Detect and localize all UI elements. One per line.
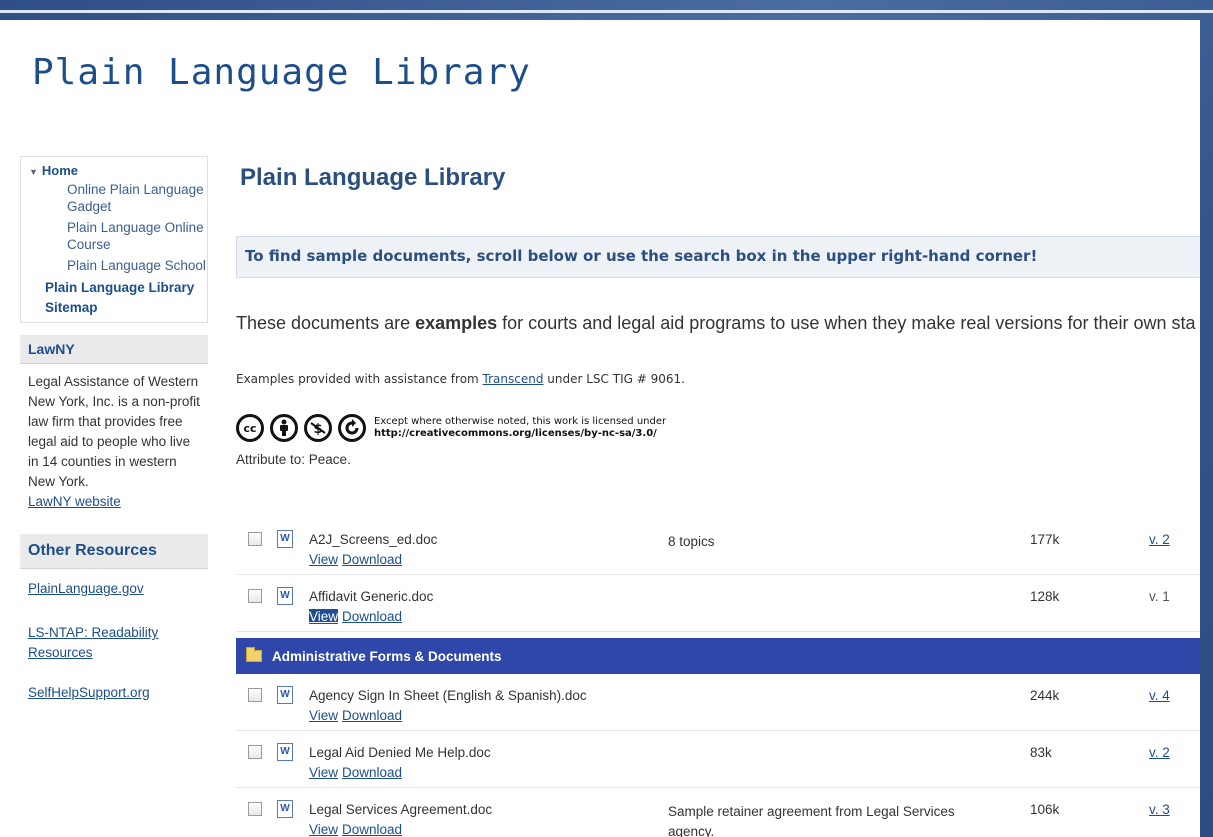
license-row: cc $ Except where otherwise noted, this … [236, 414, 666, 442]
document-list: W A2J_Screens_ed.doc View Download 8 topi… [236, 518, 1200, 837]
doc-version-link[interactable]: v. 2 [1149, 532, 1170, 547]
credit-before: Examples provided with assistance from [236, 372, 483, 386]
doc-size: 244k [1030, 688, 1060, 703]
download-link[interactable]: Download [342, 822, 402, 837]
download-link[interactable]: Download [342, 552, 402, 567]
view-link[interactable]: View [309, 708, 338, 723]
table-row: W Legal Aid Denied Me Help.doc View Downl… [236, 731, 1200, 788]
row-checkbox[interactable] [248, 532, 262, 546]
lawny-body: Legal Assistance of Western New York, In… [20, 364, 208, 520]
row-checkbox[interactable] [248, 688, 262, 702]
intro-bold: examples [415, 313, 498, 333]
slide: Plain Language Library ▼ Home Online Plai… [0, 20, 1200, 837]
doc-actions: View Download [309, 708, 406, 723]
credit-after: under LSC TIG # 9061. [543, 372, 685, 386]
doc-actions: View Download [309, 609, 406, 624]
nav-item-school[interactable]: Plain Language School [21, 257, 207, 274]
transcend-link[interactable]: Transcend [483, 372, 544, 386]
lawny-heading: LawNY [20, 335, 208, 364]
doc-actions: View Download [309, 822, 406, 837]
doc-size: 128k [1030, 589, 1060, 604]
nav-menu: ▼ Home Online Plain Language Gadget Plain… [20, 156, 208, 323]
lawny-block: LawNY Legal Assistance of Western New Yo… [20, 335, 208, 520]
view-link[interactable]: View [309, 552, 338, 567]
intro-before: These documents are [236, 313, 416, 333]
license-line1: Except where otherwise noted, this work … [374, 416, 667, 427]
doc-actions: View Download [309, 765, 406, 780]
nav-item-online-course[interactable]: Plain Language Online Course [21, 219, 207, 253]
word-doc-icon: W [277, 587, 293, 605]
table-row: W Legal Services Agreement.doc View Downl… [236, 788, 1200, 837]
download-link[interactable]: Download [342, 765, 402, 780]
table-row: W Affidavit Generic.doc View Download 128… [236, 575, 1200, 632]
selfhelpsupport-link[interactable]: SelfHelpSupport.org [28, 683, 208, 703]
folder-label: Administrative Forms & Documents [272, 648, 502, 664]
doc-size: 177k [1030, 532, 1060, 547]
nav-item-online-gadget[interactable]: Online Plain Language Gadget [21, 181, 207, 215]
license-url[interactable]: http://creativecommons.org/licenses/by-n… [374, 428, 666, 440]
nav-home-label: Home [41, 163, 79, 178]
lawny-text: Legal Assistance of Western New York, In… [28, 374, 200, 489]
table-row: W A2J_Screens_ed.doc View Download 8 topi… [236, 518, 1200, 575]
word-doc-icon: W [277, 743, 293, 761]
plainlanguage-gov-link[interactable]: PlainLanguage.gov [28, 579, 208, 599]
resources-heading: Other Resources [20, 534, 208, 569]
doc-filename: Legal Aid Denied Me Help.doc [309, 745, 491, 760]
doc-description: Sample retainer agreement from Legal Ser… [668, 804, 955, 837]
view-link[interactable]: View [309, 609, 339, 624]
doc-filename: Agency Sign In Sheet (English & Spanish)… [309, 688, 587, 703]
resources-list: PlainLanguage.gov LS-NTAP: Readability R… [20, 569, 208, 703]
doc-version: v. 1 [1149, 589, 1170, 604]
intro-text: These documents are examples for courts … [236, 313, 1196, 334]
word-doc-icon: W [277, 686, 293, 704]
top-rule [0, 10, 1213, 13]
doc-size: 106k [1030, 802, 1060, 817]
view-link[interactable]: View [309, 822, 338, 837]
view-link[interactable]: View [309, 765, 338, 780]
table-row: W Agency Sign In Sheet (English & Spanis… [236, 674, 1200, 731]
doc-version-link[interactable]: v. 3 [1149, 802, 1170, 817]
resources-block: Other Resources PlainLanguage.gov LS-NTA… [20, 534, 208, 703]
doc-filename: Legal Services Agreement.doc [309, 802, 493, 817]
slide-title: Plain Language Library [32, 52, 531, 93]
row-checkbox[interactable] [248, 745, 262, 759]
search-hint-banner: To find sample documents, scroll below o… [236, 236, 1200, 278]
credit-text: Examples provided with assistance from T… [236, 372, 685, 386]
intro-after: for courts and legal aid programs to use… [497, 313, 1196, 333]
noncommercial-icon[interactable]: $ [304, 414, 332, 442]
download-link[interactable]: Download [342, 609, 402, 624]
doc-filename: Affidavit Generic.doc [309, 589, 434, 604]
row-checkbox[interactable] [248, 589, 262, 603]
doc-size: 83k [1030, 745, 1052, 760]
doc-filename: A2J_Screens_ed.doc [309, 532, 438, 547]
page-title: Plain Language Library [240, 164, 506, 191]
nav-item-sitemap[interactable]: Sitemap [21, 298, 207, 318]
ls-ntap-link[interactable]: LS-NTAP: Readability Resources [28, 623, 178, 663]
folder-icon [246, 647, 262, 662]
nav-item-home[interactable]: ▼ Home [21, 163, 207, 178]
lawny-website-link[interactable]: LawNY website [28, 494, 121, 509]
nav-item-library[interactable]: Plain Language Library [21, 278, 207, 298]
sharealike-icon[interactable] [338, 414, 366, 442]
doc-version-link[interactable]: v. 2 [1149, 745, 1170, 760]
sidebar: ▼ Home Online Plain Language Gadget Plain… [20, 156, 208, 703]
attribution-text: Attribute to: Peace. [236, 452, 351, 467]
triangle-down-icon: ▼ [29, 167, 38, 177]
download-link[interactable]: Download [342, 708, 402, 723]
cc-icon[interactable]: cc [236, 414, 264, 442]
license-text: Except where otherwise noted, this work … [374, 416, 666, 440]
by-icon[interactable] [270, 414, 298, 442]
doc-version-link[interactable]: v. 4 [1149, 688, 1170, 703]
word-doc-icon: W [277, 530, 293, 548]
word-doc-icon: W [277, 800, 293, 818]
row-checkbox[interactable] [248, 802, 262, 816]
doc-actions: View Download [309, 552, 406, 567]
folder-row[interactable]: Administrative Forms & Documents [236, 638, 1200, 674]
doc-description: 8 topics [668, 534, 715, 549]
